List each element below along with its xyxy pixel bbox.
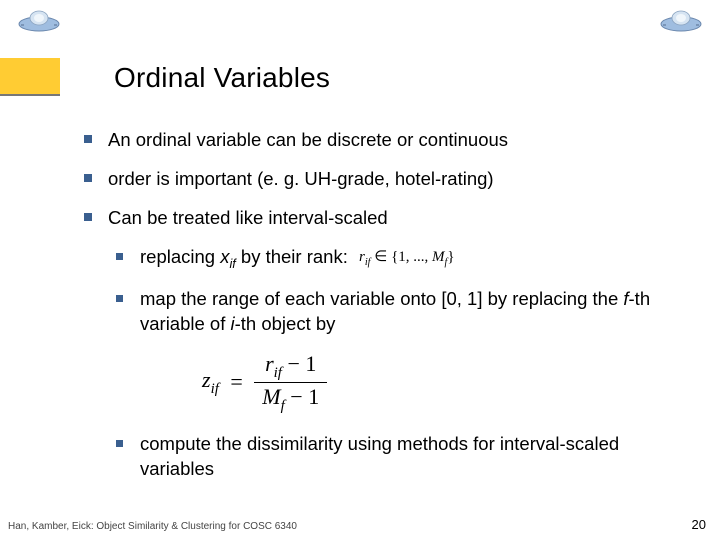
math-sub: if <box>274 365 282 381</box>
bullet-text-part: map the range of each variable onto [0, … <box>140 288 623 309</box>
math-sub: f <box>445 257 448 268</box>
math-sub: if <box>365 257 371 268</box>
square-bullet-icon <box>84 135 92 143</box>
math-var: z <box>202 367 211 392</box>
footer-credit: Han, Kamber, Eick: Object Similarity & C… <box>8 521 297 532</box>
math-text: − 1 <box>285 384 319 409</box>
slide-body: An ordinal variable can be discrete or c… <box>84 128 692 496</box>
rank-set-expr: rif ∈ {1, ..., Mf} <box>359 247 455 270</box>
formula-zif: zif = rif − 1 Mf − 1 <box>202 351 692 415</box>
bullet-text: Can be treated like interval-scaled <box>108 207 388 228</box>
math-var: r <box>359 249 365 265</box>
bullet-item: Can be treated like interval-scaled <box>84 206 692 231</box>
bullet-item: An ordinal variable can be discrete or c… <box>84 128 692 153</box>
page-number: 20 <box>692 517 706 532</box>
square-bullet-icon <box>84 174 92 182</box>
square-bullet-icon <box>116 253 123 260</box>
bullet-text: An ordinal variable can be discrete or c… <box>108 129 508 150</box>
sub-bullet-item: map the range of each variable onto [0, … <box>84 287 692 337</box>
math-text: − 1 <box>282 351 316 376</box>
math-var: M <box>262 384 280 409</box>
square-bullet-icon <box>116 295 123 302</box>
ufo-icon <box>658 6 704 34</box>
square-bullet-icon <box>116 440 123 447</box>
title-accent <box>0 58 60 94</box>
math-text: ∈ {1, ..., <box>374 249 432 265</box>
slide-title: Ordinal Variables <box>114 62 330 94</box>
bullet-item: order is important (e. g. UH-grade, hote… <box>84 167 692 192</box>
bullet-text: order is important (e. g. UH-grade, hote… <box>108 168 494 189</box>
math-sub: f <box>281 398 285 414</box>
ufo-icon <box>16 6 62 34</box>
bullet-text-part: -th object by <box>235 313 336 334</box>
bullet-text-part: replacing <box>140 246 220 267</box>
equals-sign: = <box>230 369 242 395</box>
math-sub: if <box>211 381 219 397</box>
math-var: r <box>265 351 274 376</box>
bullet-text: compute the dissimilarity using methods … <box>140 433 619 479</box>
sub-bullet-item: compute the dissimilarity using methods … <box>84 432 692 482</box>
math-text: } <box>447 249 454 265</box>
bullet-text-part: by their rank: <box>236 246 348 267</box>
math-var: M <box>432 249 445 265</box>
square-bullet-icon <box>84 213 92 221</box>
sub-bullet-item: replacing xif by their rank: rif ∈ {1, .… <box>84 245 692 273</box>
math-sub: if <box>229 257 235 271</box>
